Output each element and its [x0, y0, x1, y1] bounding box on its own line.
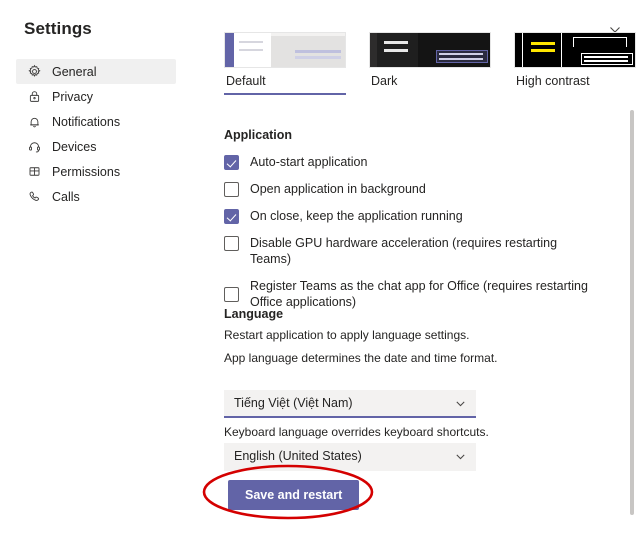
checkbox-box[interactable] — [224, 155, 239, 170]
gear-icon — [26, 63, 43, 80]
sidebar-item-devices[interactable]: Devices — [16, 134, 176, 159]
sidebar-item-notifications[interactable]: Notifications — [16, 109, 176, 134]
page-title: Settings — [24, 19, 92, 38]
theme-thumbnail-high-contrast — [514, 32, 636, 68]
scrollbar-thumb[interactable] — [630, 110, 634, 515]
theme-selected-underline — [224, 93, 346, 95]
app-language-dropdown[interactable]: Tiếng Việt (Việt Nam) — [224, 390, 476, 418]
chevron-down-icon — [454, 397, 467, 410]
sidebar-item-label: Calls — [52, 189, 80, 204]
checkbox-box[interactable] — [224, 287, 239, 302]
theme-thumbnail-dark — [369, 32, 491, 68]
keyboard-language-dropdown[interactable]: English (United States) — [224, 443, 476, 471]
settings-nav: General Privacy Notifications Devices Pe… — [16, 59, 176, 209]
checkbox-label: Register Teams as the chat app for Offic… — [250, 279, 588, 309]
checkbox-register-teams-chat-app[interactable]: Register Teams as the chat app for Offic… — [224, 278, 624, 310]
theme-option-default[interactable]: Default — [224, 32, 346, 95]
theme-option-high-contrast[interactable]: High contrast — [514, 32, 636, 95]
sidebar-item-label: Permissions — [52, 164, 121, 179]
theme-selected-underline — [514, 93, 636, 95]
headset-icon — [26, 138, 43, 155]
checkbox-label: Open application in background — [250, 182, 426, 196]
settings-content: Default Dark High contrast Application A… — [200, 0, 640, 542]
sidebar-item-label: Privacy — [52, 89, 93, 104]
checkbox-box[interactable] — [224, 209, 239, 224]
app-language-hint: App language determines the date and tim… — [224, 351, 498, 365]
application-heading: Application — [224, 128, 293, 142]
sidebar-item-label: General — [52, 64, 97, 79]
checkbox-disable-gpu-acceleration[interactable]: Disable GPU hardware acceleration (requi… — [224, 235, 624, 267]
checkbox-open-application-in-background[interactable]: Open application in background — [224, 181, 624, 197]
keyboard-language-hint: Keyboard language overrides keyboard sho… — [224, 425, 489, 439]
checkbox-label: Disable GPU hardware acceleration (requi… — [250, 236, 558, 266]
language-heading: Language — [224, 307, 284, 321]
save-and-restart-button[interactable]: Save and restart — [228, 480, 360, 510]
sidebar-item-permissions[interactable]: Permissions — [16, 159, 176, 184]
theme-thumbnail-default — [224, 32, 346, 68]
checkbox-box[interactable] — [224, 236, 239, 251]
sidebar-item-calls[interactable]: Calls — [16, 184, 176, 209]
checkbox-auto-start-application[interactable]: Auto-start application — [224, 154, 624, 170]
scrollbar-track[interactable] — [630, 0, 638, 542]
theme-label: Default — [226, 74, 266, 88]
app-language-value: Tiếng Việt (Việt Nam) — [234, 396, 353, 410]
theme-label: High contrast — [516, 74, 590, 88]
sidebar-item-label: Notifications — [52, 114, 121, 129]
language-restart-hint: Restart application to apply language se… — [224, 328, 470, 342]
keyboard-language-value: English (United States) — [234, 449, 362, 463]
lock-icon — [26, 88, 43, 105]
settings-dialog: Settings General Privacy Notifications D… — [0, 0, 640, 542]
checkbox-label: On close, keep the application running — [250, 209, 463, 223]
application-checkbox-list: Auto-start application Open application … — [224, 154, 624, 319]
sidebar-item-privacy[interactable]: Privacy — [16, 84, 176, 109]
theme-selected-underline — [369, 93, 491, 95]
grid-icon — [26, 163, 43, 180]
checkbox-on-close-keep-running[interactable]: On close, keep the application running — [224, 208, 624, 224]
sidebar-item-general[interactable]: General — [16, 59, 176, 84]
phone-icon — [26, 188, 43, 205]
settings-sidebar: Settings General Privacy Notifications D… — [0, 0, 200, 542]
chevron-down-icon — [454, 450, 467, 463]
theme-label: Dark — [371, 74, 398, 88]
checkbox-box[interactable] — [224, 182, 239, 197]
bell-icon — [26, 113, 43, 130]
theme-option-dark[interactable]: Dark — [369, 32, 491, 95]
theme-selector: Default Dark High contrast — [224, 32, 636, 95]
sidebar-item-label: Devices — [52, 139, 97, 154]
checkbox-label: Auto-start application — [250, 155, 368, 169]
